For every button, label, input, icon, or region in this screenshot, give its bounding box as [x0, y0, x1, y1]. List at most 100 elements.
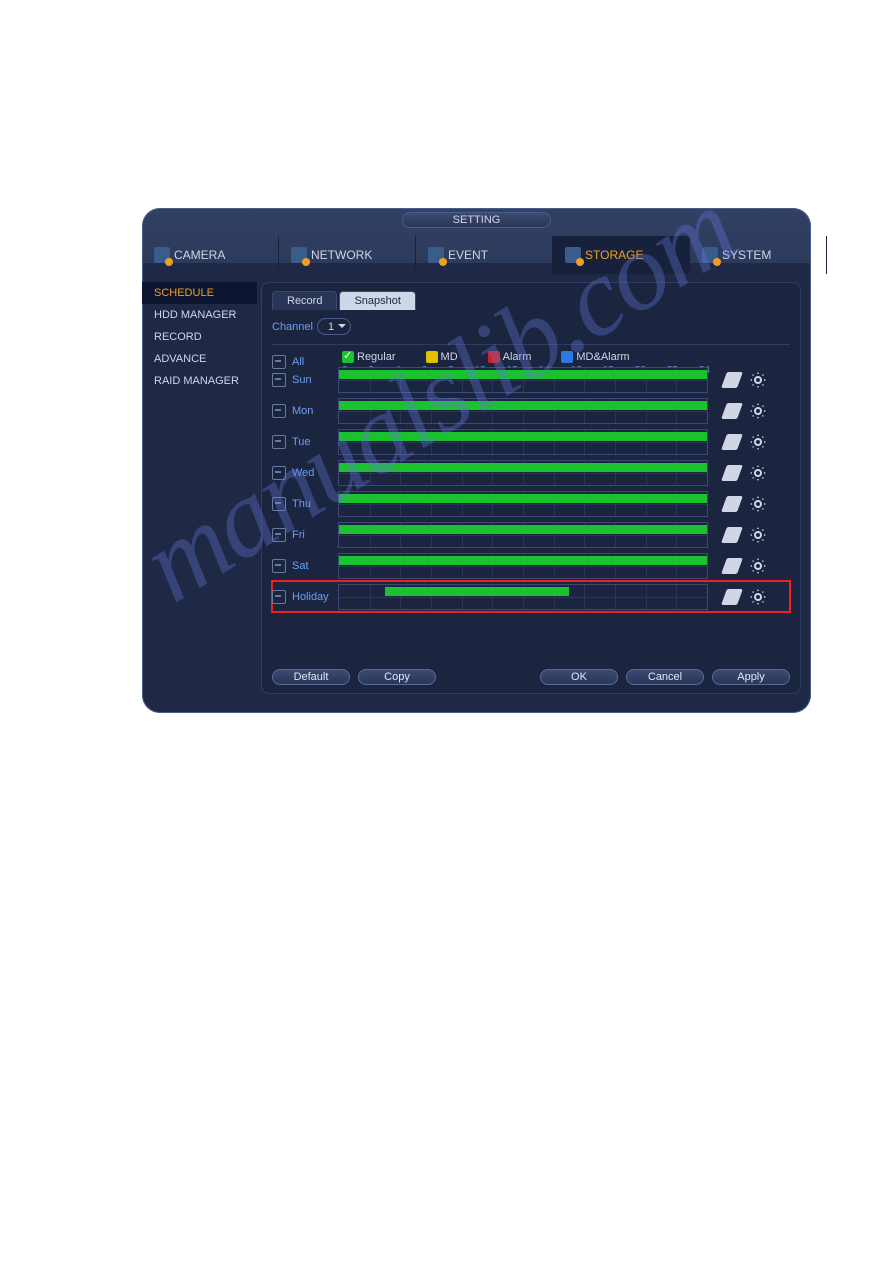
- eraser-icon[interactable]: [721, 465, 743, 481]
- gear-icon[interactable]: [750, 496, 766, 512]
- row-actions: [724, 403, 766, 419]
- day-label: Sat: [292, 560, 338, 572]
- titlebar: SETTING: [142, 208, 811, 234]
- timeline[interactable]: [338, 584, 708, 610]
- link-day-icon[interactable]: [272, 466, 286, 480]
- eraser-icon[interactable]: [721, 558, 743, 574]
- row-actions: [724, 527, 766, 543]
- timeline[interactable]: [338, 522, 708, 548]
- day-label: Mon: [292, 405, 338, 417]
- regular-bar: [339, 494, 707, 503]
- event-icon: [428, 247, 444, 263]
- regular-bar: [385, 587, 569, 596]
- eraser-icon[interactable]: [721, 527, 743, 543]
- day-label: Fri: [292, 529, 338, 541]
- day-label: Wed: [292, 467, 338, 479]
- eraser-icon[interactable]: [721, 403, 743, 419]
- regular-bar: [339, 370, 707, 379]
- cancel-button[interactable]: Cancel: [626, 669, 704, 685]
- channel-select[interactable]: 1: [317, 318, 351, 335]
- link-day-icon[interactable]: [272, 404, 286, 418]
- tab-label: SYSTEM: [722, 248, 771, 262]
- schedule-panel: RecordSnapshot Channel 1 Regular MD Alar…: [261, 282, 801, 694]
- eraser-icon[interactable]: [721, 589, 743, 605]
- subtab-record[interactable]: Record: [272, 291, 337, 310]
- ok-button[interactable]: OK: [540, 669, 618, 685]
- row-actions: [724, 372, 766, 388]
- sidebar-item-raid-manager[interactable]: RAID MANAGER: [142, 370, 257, 392]
- gear-icon[interactable]: [750, 403, 766, 419]
- tab-camera[interactable]: CAMERA: [142, 236, 279, 274]
- timeline[interactable]: [338, 367, 708, 393]
- day-label: Tue: [292, 436, 338, 448]
- timeline[interactable]: [338, 553, 708, 579]
- sidebar-item-record[interactable]: RECORD: [142, 326, 257, 348]
- subtab-bar: RecordSnapshot: [272, 291, 790, 310]
- row-actions: [724, 558, 766, 574]
- day-label: Holiday: [292, 591, 338, 603]
- regular-bar: [339, 463, 707, 472]
- gear-icon[interactable]: [750, 558, 766, 574]
- timeline[interactable]: [338, 398, 708, 424]
- sidebar: SCHEDULEHDD MANAGERRECORDADVANCERAID MAN…: [142, 274, 257, 713]
- top-nav: CAMERA NETWORK EVENT STORAGE SYSTEM: [142, 236, 811, 274]
- copy-button[interactable]: Copy: [358, 669, 436, 685]
- link-day-icon[interactable]: [272, 559, 286, 573]
- channel-row: Channel 1: [272, 314, 790, 343]
- gear-icon[interactable]: [750, 527, 766, 543]
- tab-network[interactable]: NETWORK: [279, 236, 416, 274]
- regular-bar: [339, 401, 707, 410]
- divider: [272, 344, 790, 345]
- day-row-wed: Wed: [272, 457, 790, 488]
- link-day-icon[interactable]: [272, 528, 286, 542]
- storage-icon: [565, 247, 581, 263]
- schedule-grid: 024681012141618202224 AllSunMonTueWedThu…: [272, 365, 790, 612]
- eraser-icon[interactable]: [721, 496, 743, 512]
- eraser-icon[interactable]: [721, 372, 743, 388]
- timeline[interactable]: [338, 491, 708, 517]
- default-button[interactable]: Default: [272, 669, 350, 685]
- regular-bar: [339, 556, 707, 565]
- tab-storage[interactable]: STORAGE: [553, 236, 690, 274]
- tab-label: STORAGE: [585, 248, 643, 262]
- window-title: SETTING: [402, 212, 552, 228]
- tab-system[interactable]: SYSTEM: [690, 236, 827, 274]
- day-row-thu: Thu: [272, 488, 790, 519]
- row-actions: [724, 589, 766, 605]
- day-row-sat: Sat: [272, 550, 790, 581]
- day-label: Sun: [292, 374, 338, 386]
- gear-icon[interactable]: [750, 589, 766, 605]
- link-day-icon[interactable]: [272, 590, 286, 604]
- tab-label: NETWORK: [311, 248, 372, 262]
- setting-window: SETTING CAMERANETWORKEVENTSTORAGESYSTEM …: [142, 208, 811, 713]
- gear-icon[interactable]: [750, 434, 766, 450]
- camera-icon: [154, 247, 170, 263]
- sidebar-item-schedule[interactable]: SCHEDULE: [142, 282, 257, 304]
- tab-label: EVENT: [448, 248, 488, 262]
- day-row-fri: Fri: [272, 519, 790, 550]
- system-icon: [702, 247, 718, 263]
- button-row: Default Copy OK Cancel Apply: [272, 669, 790, 685]
- regular-bar: [339, 432, 707, 441]
- network-icon: [291, 247, 307, 263]
- day-label: Thu: [292, 498, 338, 510]
- link-day-icon[interactable]: [272, 373, 286, 387]
- regular-bar: [339, 525, 707, 534]
- row-actions: [724, 465, 766, 481]
- timeline[interactable]: [338, 460, 708, 486]
- channel-label: Channel: [272, 321, 313, 333]
- gear-icon[interactable]: [750, 372, 766, 388]
- link-day-icon[interactable]: [272, 497, 286, 511]
- eraser-icon[interactable]: [721, 434, 743, 450]
- subtab-snapshot[interactable]: Snapshot: [339, 291, 415, 310]
- gear-icon[interactable]: [750, 465, 766, 481]
- link-day-icon[interactable]: [272, 435, 286, 449]
- sidebar-item-advance[interactable]: ADVANCE: [142, 348, 257, 370]
- apply-button[interactable]: Apply: [712, 669, 790, 685]
- row-actions: [724, 434, 766, 450]
- day-rows: AllSunMonTueWedThuFriSatHoliday: [272, 362, 790, 612]
- sidebar-item-hdd-manager[interactable]: HDD MANAGER: [142, 304, 257, 326]
- day-row-mon: Mon: [272, 395, 790, 426]
- timeline[interactable]: [338, 429, 708, 455]
- tab-event[interactable]: EVENT: [416, 236, 553, 274]
